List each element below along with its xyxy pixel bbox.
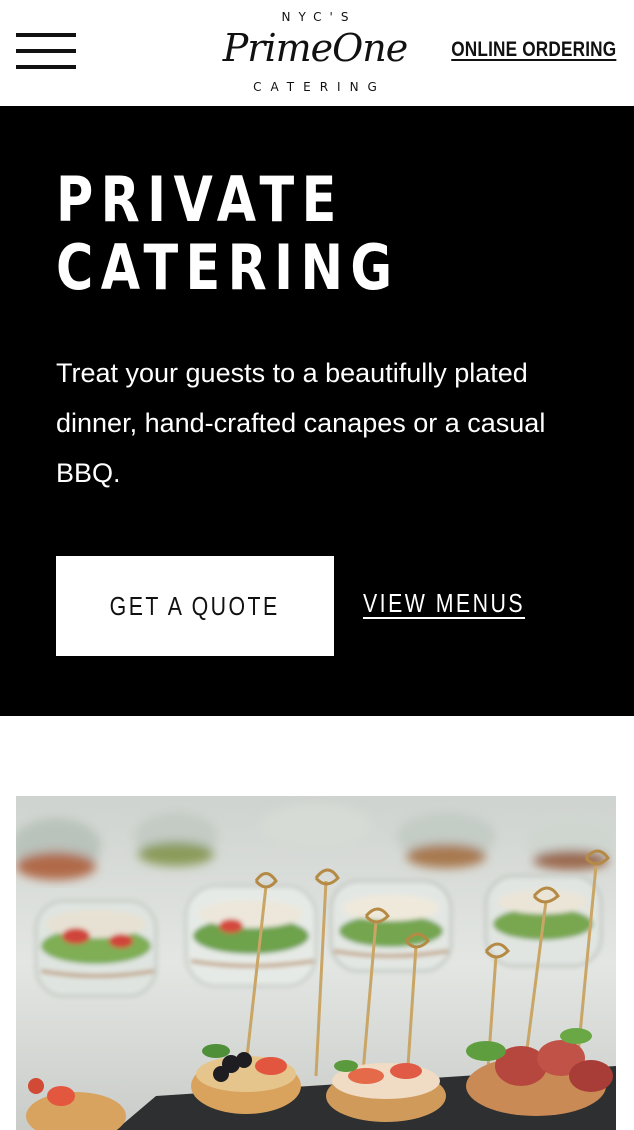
hamburger-bar bbox=[16, 65, 76, 69]
hamburger-menu-icon[interactable] bbox=[16, 33, 76, 71]
get-a-quote-button[interactable]: GET A QUOTE bbox=[56, 556, 334, 656]
online-ordering-link[interactable]: ONLINE ORDERING bbox=[451, 38, 616, 62]
view-menus-link[interactable]: VIEW MENUS bbox=[363, 588, 525, 619]
catering-food-photo bbox=[16, 796, 616, 1130]
hero-section: PRIVATE CATERING Treat your guests to a … bbox=[0, 106, 634, 716]
catering-food-illustration bbox=[16, 796, 616, 1130]
hamburger-bar bbox=[16, 49, 76, 53]
logo-script-text: PrimeOne bbox=[222, 26, 409, 70]
hero-title-line2: CATERING bbox=[56, 231, 400, 304]
logo-bottom-text: CATERING bbox=[253, 80, 386, 94]
hamburger-bar bbox=[16, 33, 76, 37]
hero-title: PRIVATE CATERING bbox=[56, 166, 400, 302]
hero-description: Treat your guests to a beautifully plate… bbox=[56, 358, 546, 488]
hero-title-line1: PRIVATE bbox=[56, 163, 344, 236]
get-a-quote-label: GET A QUOTE bbox=[109, 590, 281, 621]
site-header: NYC'S PrimeOne CATERING ONLINE ORDERING bbox=[0, 0, 634, 106]
site-logo[interactable]: NYC'S PrimeOne CATERING bbox=[212, 8, 418, 96]
